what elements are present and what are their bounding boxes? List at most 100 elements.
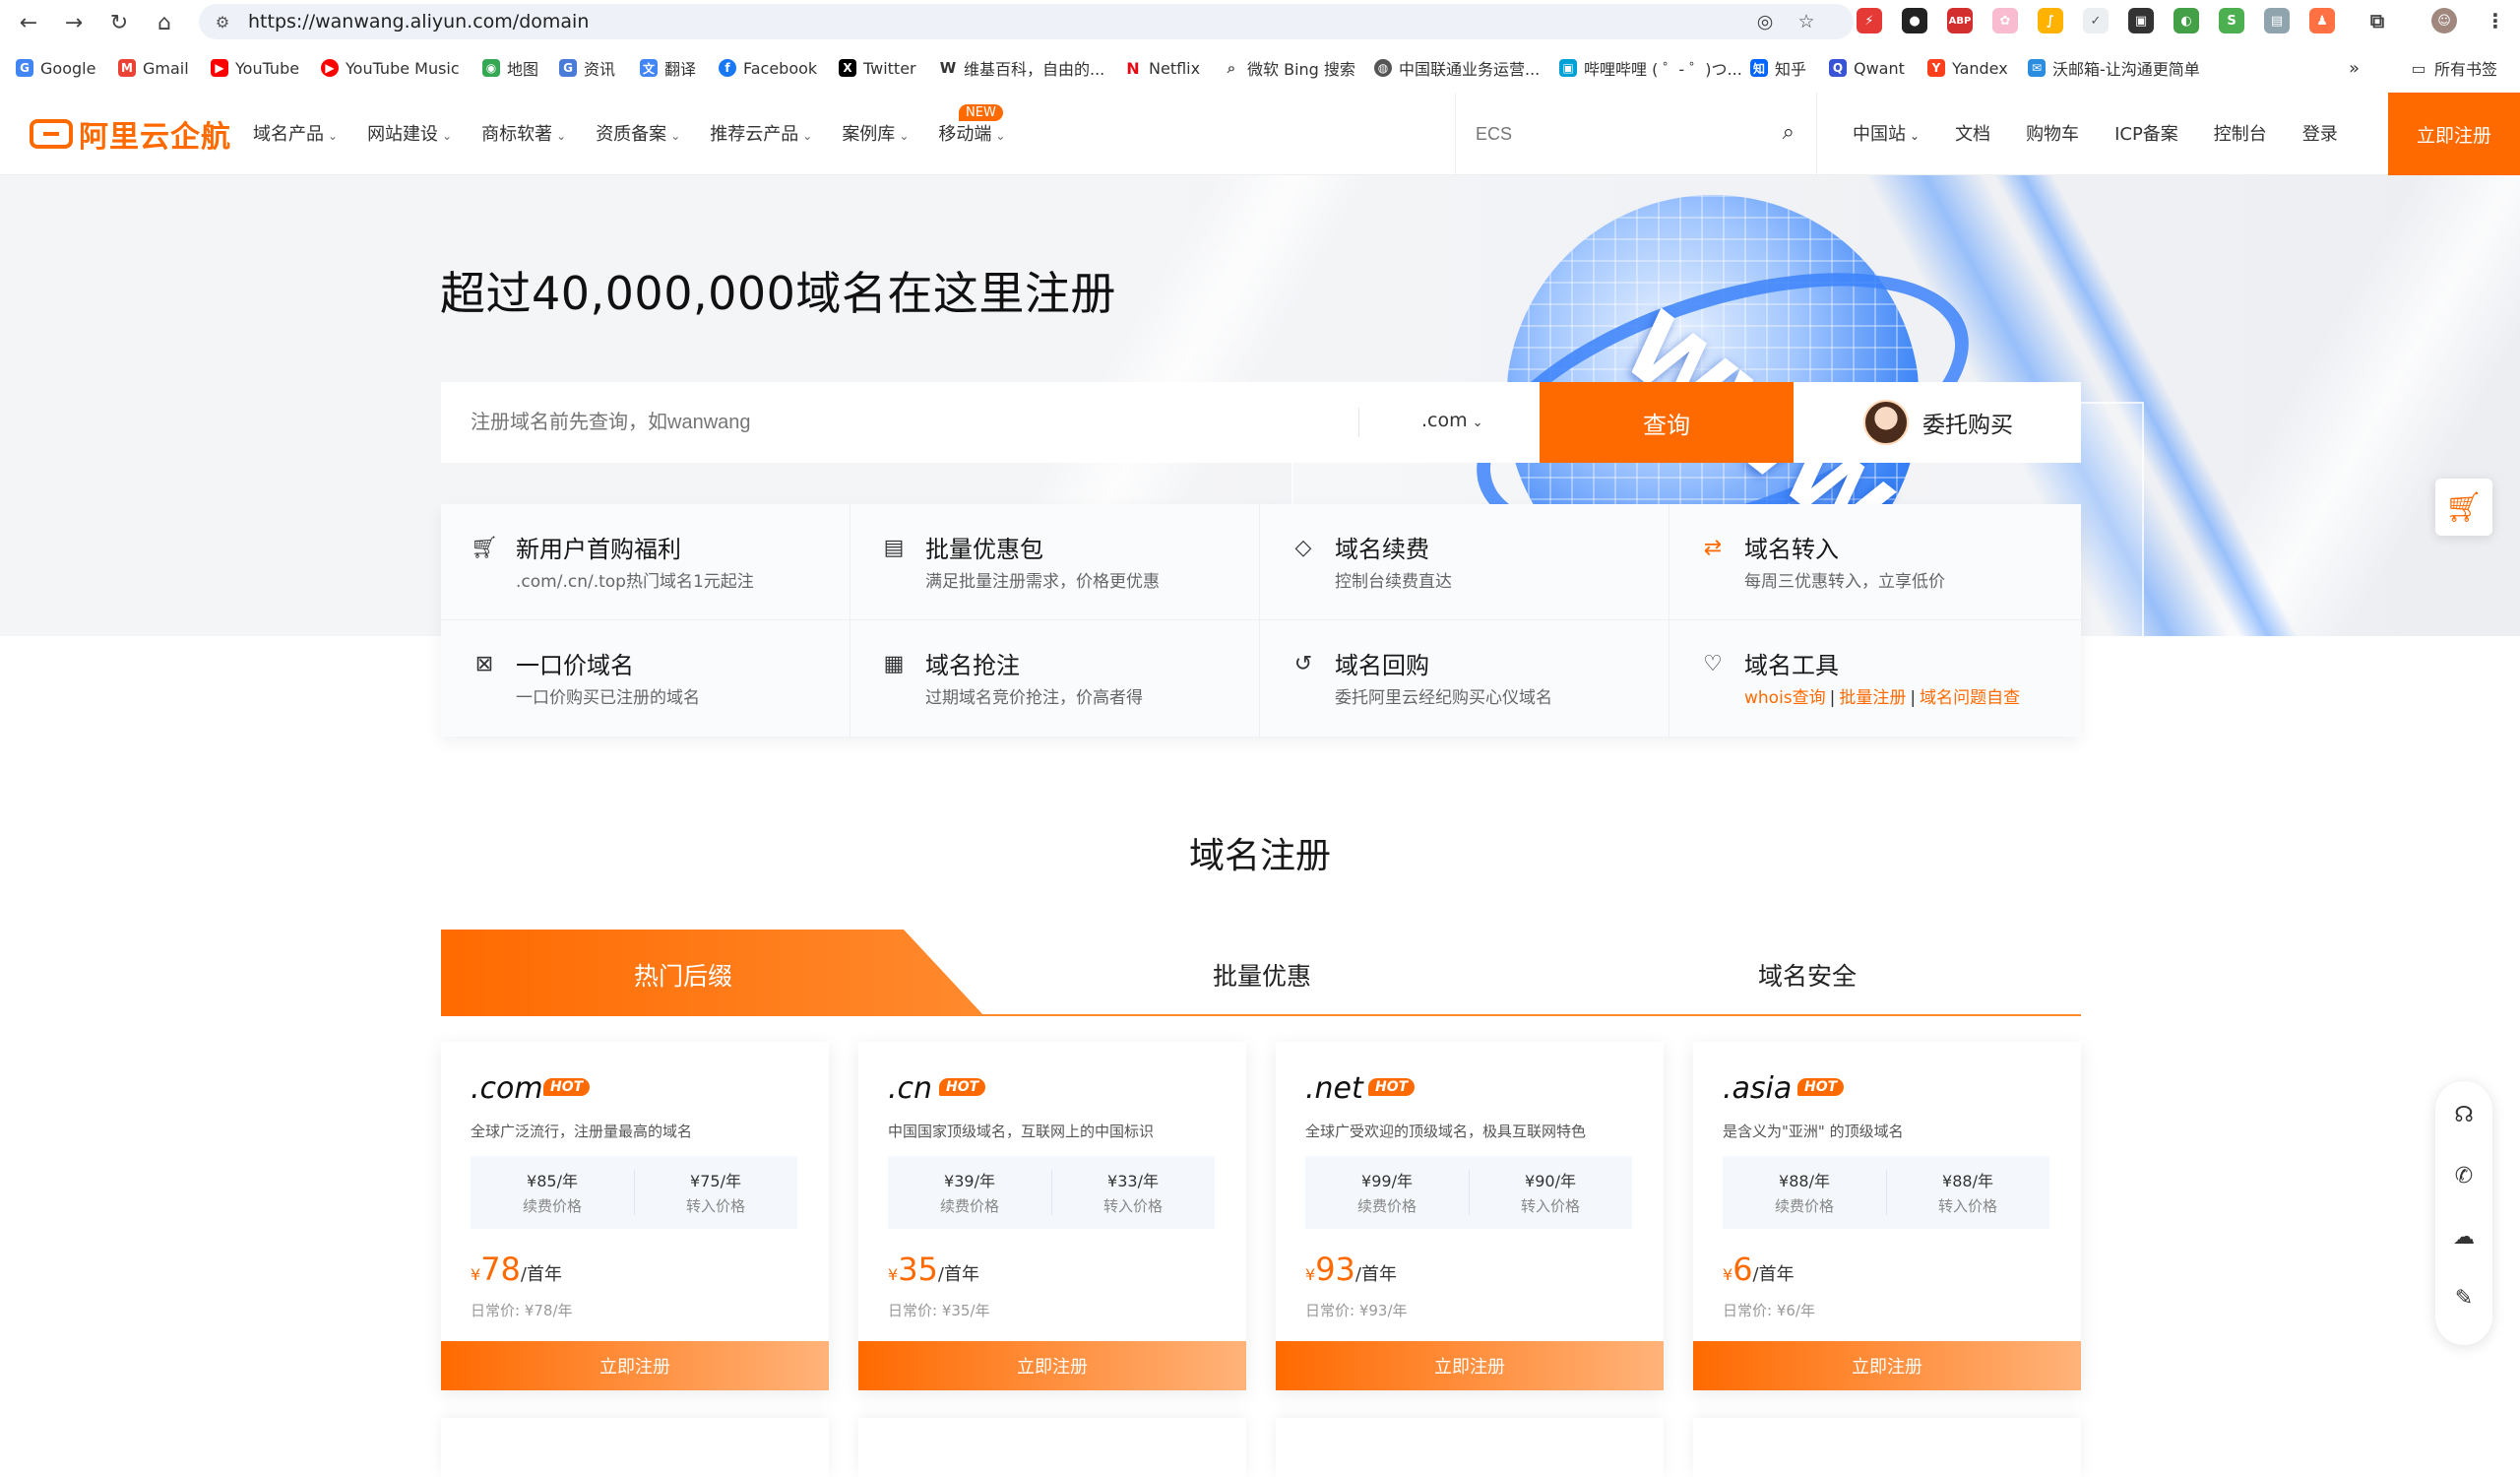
- extension-icon[interactable]: S: [2219, 8, 2244, 33]
- bookmark-item[interactable]: 知知乎: [1750, 55, 1806, 81]
- menu-kebab-icon[interactable]: ⋮: [2483, 8, 2508, 33]
- extension-icon[interactable]: ✿: [1992, 8, 2018, 33]
- adblock-icon[interactable]: ABP: [1947, 8, 1973, 33]
- service-item[interactable]: ⊠ 一口价域名 一口价购买已注册的域名: [441, 620, 850, 737]
- more-bookmarks-icon[interactable]: »: [2349, 55, 2360, 81]
- nav-cart[interactable]: 购物车: [2026, 120, 2079, 146]
- service-item[interactable]: ▤ 批量优惠包 满足批量注册需求，价格更优惠: [850, 504, 1260, 620]
- nav-item[interactable]: 资质备案 ⌄: [596, 120, 680, 146]
- floating-cart-icon[interactable]: 🛒︎: [2435, 479, 2492, 536]
- eye-off-icon[interactable]: ◎: [1752, 10, 1778, 33]
- translate-icon: 文: [640, 59, 658, 77]
- bookmark-item[interactable]: ✉ 沃邮箱-让沟通更简单: [2028, 55, 2200, 81]
- nav-docs[interactable]: 文档: [1955, 120, 1990, 146]
- tab-security[interactable]: 域名安全: [1758, 957, 1857, 993]
- youtube-music-icon: ▶: [321, 59, 339, 77]
- bookmark-item[interactable]: X Twitter: [839, 55, 916, 81]
- profile-avatar[interactable]: ☺: [2431, 8, 2457, 33]
- extension-icon[interactable]: ∫: [2038, 8, 2063, 33]
- globe-icon: ◍: [1374, 59, 1392, 77]
- register-button[interactable]: 立即注册: [2388, 93, 2520, 175]
- side-toolbar: ☊ ✆ ☁ ✎: [2435, 1081, 2492, 1345]
- chevron-down-icon: ⌄: [328, 129, 339, 143]
- extension-icon[interactable]: ▣: [2128, 8, 2154, 33]
- nav-site-region[interactable]: 中国站 ⌄: [1853, 120, 1920, 146]
- proxy-buy-button[interactable]: 委托购买: [1796, 382, 2081, 463]
- service-item[interactable]: ◇ 域名续费 控制台续费直达: [1260, 504, 1670, 620]
- register-now-button[interactable]: 立即注册: [441, 1341, 829, 1390]
- bookmark-item[interactable]: N Netflix: [1124, 55, 1200, 81]
- bookmark-item[interactable]: ▶ YouTube: [211, 55, 299, 81]
- self-check-link[interactable]: 域名问题自查: [1920, 688, 2020, 708]
- extension-icon[interactable]: ●: [1902, 8, 1927, 33]
- register-now-button[interactable]: 立即注册: [858, 1341, 1246, 1390]
- url-text[interactable]: https://wanwang.aliyun.com/domain: [248, 11, 589, 32]
- service-item[interactable]: 🛒︎ 新用户首购福利 .com/.cn/.top热门域名1元起注: [441, 504, 850, 620]
- bookmark-item[interactable]: G 资讯: [559, 55, 615, 81]
- nav-icp[interactable]: ICP备案: [2114, 120, 2178, 146]
- tab-bulk[interactable]: 批量优惠: [1213, 957, 1311, 993]
- bookmark-item[interactable]: W 维基百科，自由的...: [939, 55, 1104, 81]
- nav-item[interactable]: 推荐云产品 ⌄: [710, 120, 812, 146]
- header-search-input[interactable]: [1476, 118, 1751, 150]
- address-bar[interactable]: ⚙ https://wanwang.aliyun.com/domain ◎ ☆: [199, 4, 1854, 39]
- domain-search-input[interactable]: [471, 404, 1356, 441]
- maps-icon: ◉: [482, 59, 500, 77]
- phone-icon[interactable]: ✆: [2435, 1156, 2492, 1195]
- home-icon[interactable]: ⌂: [150, 8, 179, 37]
- bookmark-item[interactable]: ▣ 哔哩哔哩 ( ゜- ゜)つ...: [1559, 55, 1742, 81]
- extension-icon[interactable]: ⚡: [1857, 8, 1882, 33]
- bookmark-item[interactable]: ◍ 中国联通业务运营...: [1374, 55, 1540, 81]
- nav-item[interactable]: 案例库 ⌄: [842, 120, 909, 146]
- qwant-icon: Q: [1829, 59, 1847, 77]
- bookmark-item[interactable]: 文翻译: [640, 55, 696, 81]
- back-icon[interactable]: ←: [14, 8, 43, 37]
- tab-popular[interactable]: 热门后缀: [634, 957, 732, 993]
- nav-item[interactable]: 移动端 ⌄: [938, 120, 1005, 146]
- bookmark-item[interactable]: ▶ YouTube Music: [321, 55, 460, 81]
- service-item[interactable]: ⇄ 域名转入 每周三优惠转入，立享低价: [1670, 504, 2081, 620]
- bookmark-item[interactable]: G Google: [16, 55, 95, 81]
- tools-icon: ♡: [1703, 651, 1723, 676]
- register-now-button[interactable]: 立即注册: [1276, 1341, 1664, 1390]
- service-item[interactable]: ▦ 域名抢注 过期域名竞价抢注，价高者得: [850, 620, 1260, 737]
- card-price: ¥35/首年: [888, 1251, 979, 1288]
- nav-item[interactable]: 商标软著 ⌄: [481, 120, 566, 146]
- bookmark-item[interactable]: Y Yandex: [1927, 55, 2008, 81]
- query-button[interactable]: 查询: [1540, 382, 1794, 463]
- site-logo[interactable]: 阿里云企航: [30, 112, 231, 156]
- nav-login[interactable]: 登录: [2302, 120, 2338, 146]
- nav-item[interactable]: 网站建设 ⌄: [367, 120, 452, 146]
- search-icon[interactable]: ⌕: [1783, 120, 1795, 145]
- register-now-button[interactable]: 立即注册: [1693, 1341, 2081, 1390]
- header-search: ⌕: [1455, 93, 1817, 175]
- bookmark-item[interactable]: Q Qwant: [1829, 55, 1905, 81]
- bookmark-item[interactable]: M Gmail: [118, 55, 189, 81]
- extension-icon[interactable]: ◐: [2174, 8, 2199, 33]
- extensions-puzzle-icon[interactable]: ⧉: [2364, 8, 2390, 33]
- forward-icon[interactable]: →: [59, 8, 89, 37]
- reload-icon[interactable]: ↻: [104, 8, 134, 37]
- bulk-register-link[interactable]: 批量注册: [1839, 688, 1906, 708]
- nav-item[interactable]: 域名产品 ⌄: [253, 120, 338, 146]
- bilibili-icon: ▣: [1559, 59, 1577, 77]
- yandex-icon: Y: [1927, 59, 1945, 77]
- bookmark-item[interactable]: ◉ 地图: [482, 55, 538, 81]
- bookmark-star-icon[interactable]: ☆: [1794, 10, 1819, 33]
- customer-service-icon[interactable]: ☊: [2435, 1095, 2492, 1134]
- tld-select[interactable]: .com ⌄: [1421, 410, 1483, 431]
- chevron-down-icon: ⌄: [442, 129, 453, 143]
- extension-icon[interactable]: ▤: [2264, 8, 2290, 33]
- bookmark-item[interactable]: f Facebook: [719, 55, 817, 81]
- service-item[interactable]: ↺ 域名回购 委托阿里云经纪购买心仪域名: [1260, 620, 1670, 737]
- extension-icon[interactable]: ♟: [2309, 8, 2335, 33]
- whois-link[interactable]: whois查询: [1744, 688, 1826, 708]
- cloud-chat-icon[interactable]: ☁: [2435, 1217, 2492, 1256]
- extension-icon[interactable]: ✓: [2083, 8, 2109, 33]
- bookmark-item[interactable]: ⌕ 微软 Bing 搜索: [1223, 55, 1355, 81]
- site-info-icon[interactable]: ⚙: [211, 10, 234, 33]
- hot-badge: HOT: [1797, 1078, 1845, 1096]
- nav-console[interactable]: 控制台: [2214, 120, 2267, 146]
- all-bookmarks[interactable]: ▭ 所有书签: [2410, 55, 2497, 81]
- feedback-edit-icon[interactable]: ✎: [2435, 1278, 2492, 1317]
